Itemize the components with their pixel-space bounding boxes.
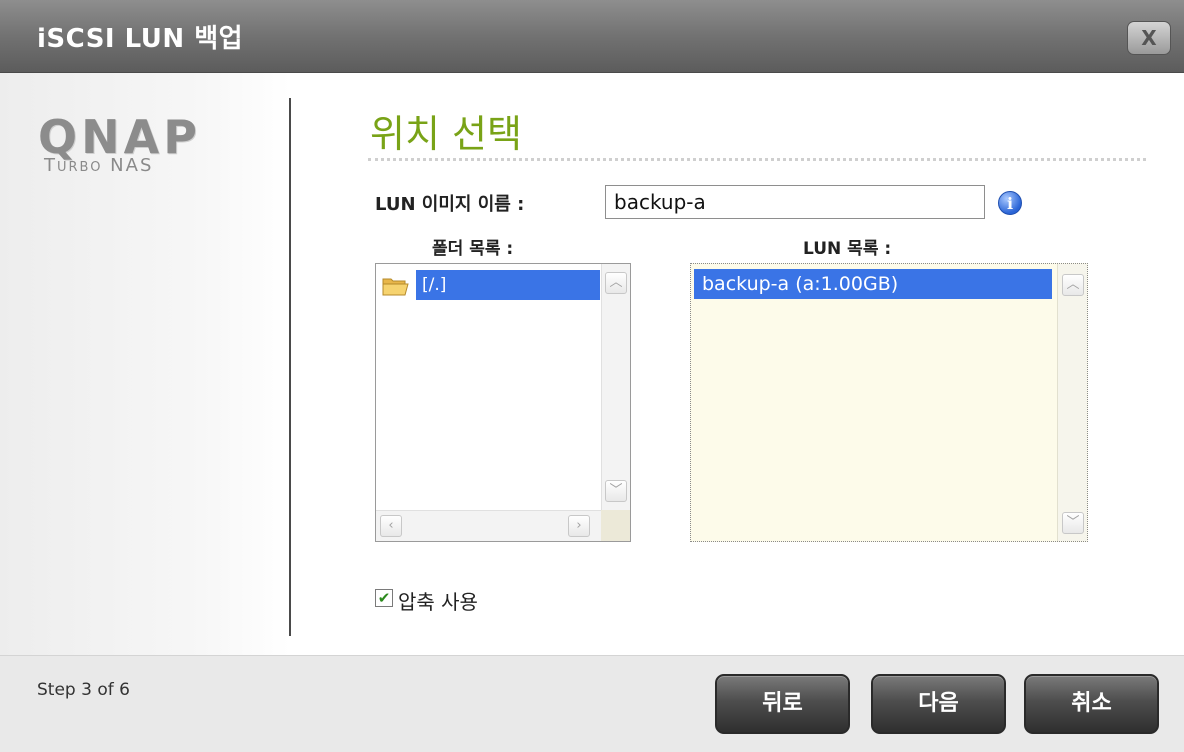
step-indicator: Step 3 of 6 xyxy=(37,680,130,700)
list-item[interactable]: backup-a (a:1.00GB) xyxy=(694,269,1052,299)
scroll-up-icon[interactable]: ︿ xyxy=(605,272,627,294)
scrollbar-corner xyxy=(601,510,630,541)
next-button[interactable]: 다음 xyxy=(871,674,1006,734)
cancel-button[interactable]: 취소 xyxy=(1024,674,1159,734)
back-button[interactable]: 뒤로 xyxy=(715,674,850,734)
compression-label: 압축 사용 xyxy=(398,590,478,614)
title-separator xyxy=(368,158,1146,161)
compression-checkbox[interactable]: ✔ xyxy=(375,589,393,607)
window-title: iSCSI LUN 백업 xyxy=(37,24,244,54)
close-icon: X xyxy=(1141,26,1157,50)
footer: Step 3 of 6 뒤로 다음 취소 xyxy=(0,655,1184,752)
info-icon[interactable]: i xyxy=(998,191,1022,215)
title-bar: iSCSI LUN 백업 X xyxy=(0,0,1184,73)
folder-list-header: 폴더 목록 : xyxy=(432,239,514,259)
checkmark-icon: ✔ xyxy=(377,589,391,607)
close-button[interactable]: X xyxy=(1127,21,1171,55)
scroll-down-icon[interactable]: ﹀ xyxy=(605,480,627,502)
lun-list-header: LUN 목록 : xyxy=(803,239,892,259)
lun-image-name-input[interactable] xyxy=(605,185,985,219)
folder-list[interactable]: [/.] ︿ ﹀ ‹ › xyxy=(375,263,631,542)
scroll-left-icon[interactable]: ‹ xyxy=(380,515,402,537)
list-item[interactable]: [/.] xyxy=(376,268,601,300)
scroll-down-icon[interactable]: ﹀ xyxy=(1062,512,1084,534)
scroll-right-icon[interactable]: › xyxy=(568,515,590,537)
vertical-divider xyxy=(289,98,291,636)
lun-image-name-label: LUN 이미지 이름 : xyxy=(375,194,525,215)
logo-subtitle: Turbo NAS xyxy=(44,155,154,176)
folder-list-horizontal-scrollbar[interactable]: ‹ › xyxy=(376,510,601,541)
folder-open-icon xyxy=(382,278,409,296)
lun-list-vertical-scrollbar[interactable]: ︿ ﹀ xyxy=(1057,264,1087,541)
folder-item-label: [/.] xyxy=(416,270,600,300)
page-title: 위치 선택 xyxy=(370,112,522,156)
folder-list-vertical-scrollbar[interactable]: ︿ ﹀ xyxy=(601,264,630,511)
scroll-up-icon[interactable]: ︿ xyxy=(1062,274,1084,296)
lun-list[interactable]: backup-a (a:1.00GB) ︿ ﹀ xyxy=(690,263,1088,542)
